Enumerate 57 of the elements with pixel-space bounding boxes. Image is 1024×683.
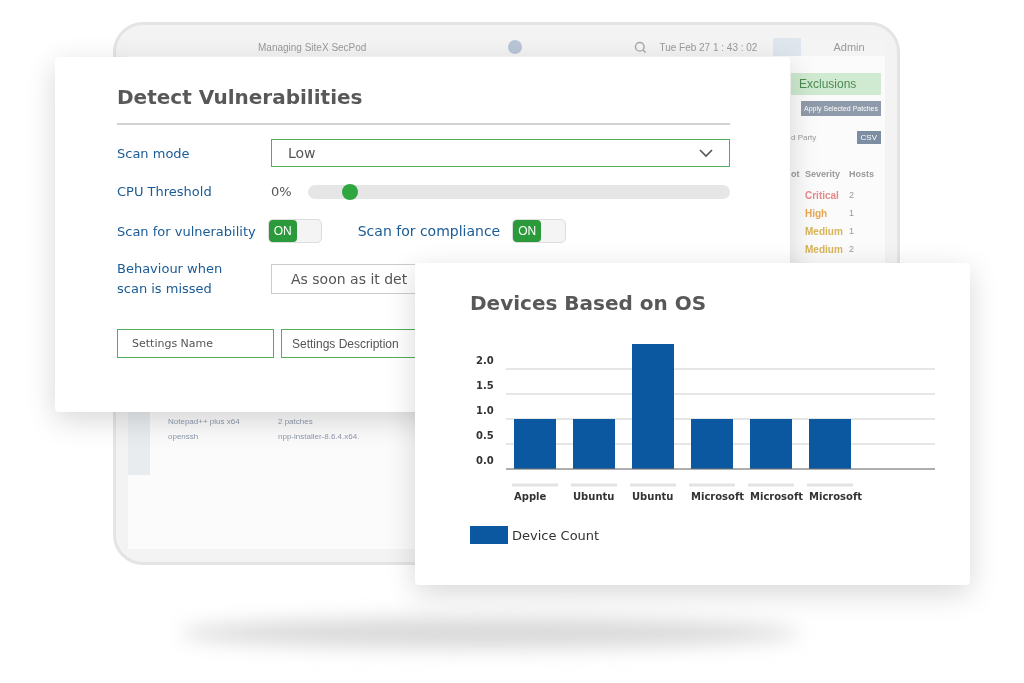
y-tick-label: 1.5 <box>476 380 494 391</box>
y-tick-label: 0.5 <box>476 430 494 441</box>
field-label: Scan mode <box>117 145 191 161</box>
table-cell-text: 1 <box>849 208 855 219</box>
chevron-icon <box>699 148 713 158</box>
severity-label: High <box>805 208 829 219</box>
toggle-label: Scan for compliance <box>357 223 501 239</box>
x-tick-label: Microsoft <box>809 491 863 502</box>
card-title: Devices Based on OS <box>470 291 708 315</box>
filter-field[interactable]: d Party <box>791 130 817 145</box>
text-input[interactable]: Settings Description <box>281 329 415 358</box>
legend-label: Device Count <box>512 527 600 543</box>
bar <box>514 419 556 469</box>
field-label: Behaviour when scan is missed <box>117 260 224 298</box>
column-header: Severity <box>805 169 842 181</box>
slider-reading: 0% <box>271 184 292 199</box>
clock: Tue Feb 27 1 : 43 : 02 <box>659 41 758 53</box>
x-tick-label: Ubuntu <box>573 491 615 502</box>
column-header: ot <box>791 169 801 181</box>
table-cell: 2 patches <box>278 417 313 426</box>
severity-label: Critical <box>805 190 840 201</box>
x-tick-label: Microsoft <box>691 491 745 502</box>
bar <box>691 419 733 469</box>
bar <box>809 419 851 469</box>
severity-label: Medium <box>805 226 844 237</box>
text-input[interactable]: Settings Name <box>117 329 274 358</box>
x-tick-label: Microsoft <box>750 491 804 502</box>
managing-label: Managing SiteX SecPod <box>258 41 367 53</box>
card-title: Detect Vulnerabilities <box>117 85 364 109</box>
y-tick-label: 0.0 <box>476 455 494 466</box>
table-cell-text: openssh <box>168 432 200 441</box>
y-tick-label: 1.0 <box>476 405 494 416</box>
scan-mode-dropdown[interactable]: Low <box>271 139 730 167</box>
field-label: CPU Threshold <box>117 184 213 199</box>
bar <box>750 419 792 469</box>
toggle-label: Scan for vulnerability <box>117 223 256 239</box>
toggle-switch[interactable]: ON <box>513 220 542 242</box>
behaviour-dropdown[interactable]: As soon as it det <box>271 264 415 294</box>
x-tick-label: Ubuntu <box>632 491 674 502</box>
cpu-slider[interactable] <box>307 184 730 199</box>
toggle-switch[interactable]: ON <box>268 220 297 242</box>
search-icon[interactable] <box>634 40 648 54</box>
severity-label: Medium <box>805 244 844 255</box>
y-tick-label: 2.0 <box>476 355 494 366</box>
exclusions-bar[interactable]: Exclusions <box>791 73 881 95</box>
x-tick-label: Apple <box>514 491 547 502</box>
table-cell-text: Notepad++ plus x64 <box>168 417 241 426</box>
csv-button[interactable]: CSV <box>856 131 881 144</box>
table-cell-text: 2 <box>849 190 855 201</box>
table-cell-text: 2 <box>849 244 855 255</box>
slider-thumb[interactable] <box>341 183 358 200</box>
table-cell-text: 1 <box>849 226 855 237</box>
user-menu[interactable]: Admin <box>833 41 865 53</box>
column-header: Hosts <box>849 169 875 181</box>
table-cell: npp-installer-8.6.4.x64. <box>278 432 360 441</box>
settings-button[interactable] <box>773 38 802 56</box>
bar <box>573 419 615 469</box>
